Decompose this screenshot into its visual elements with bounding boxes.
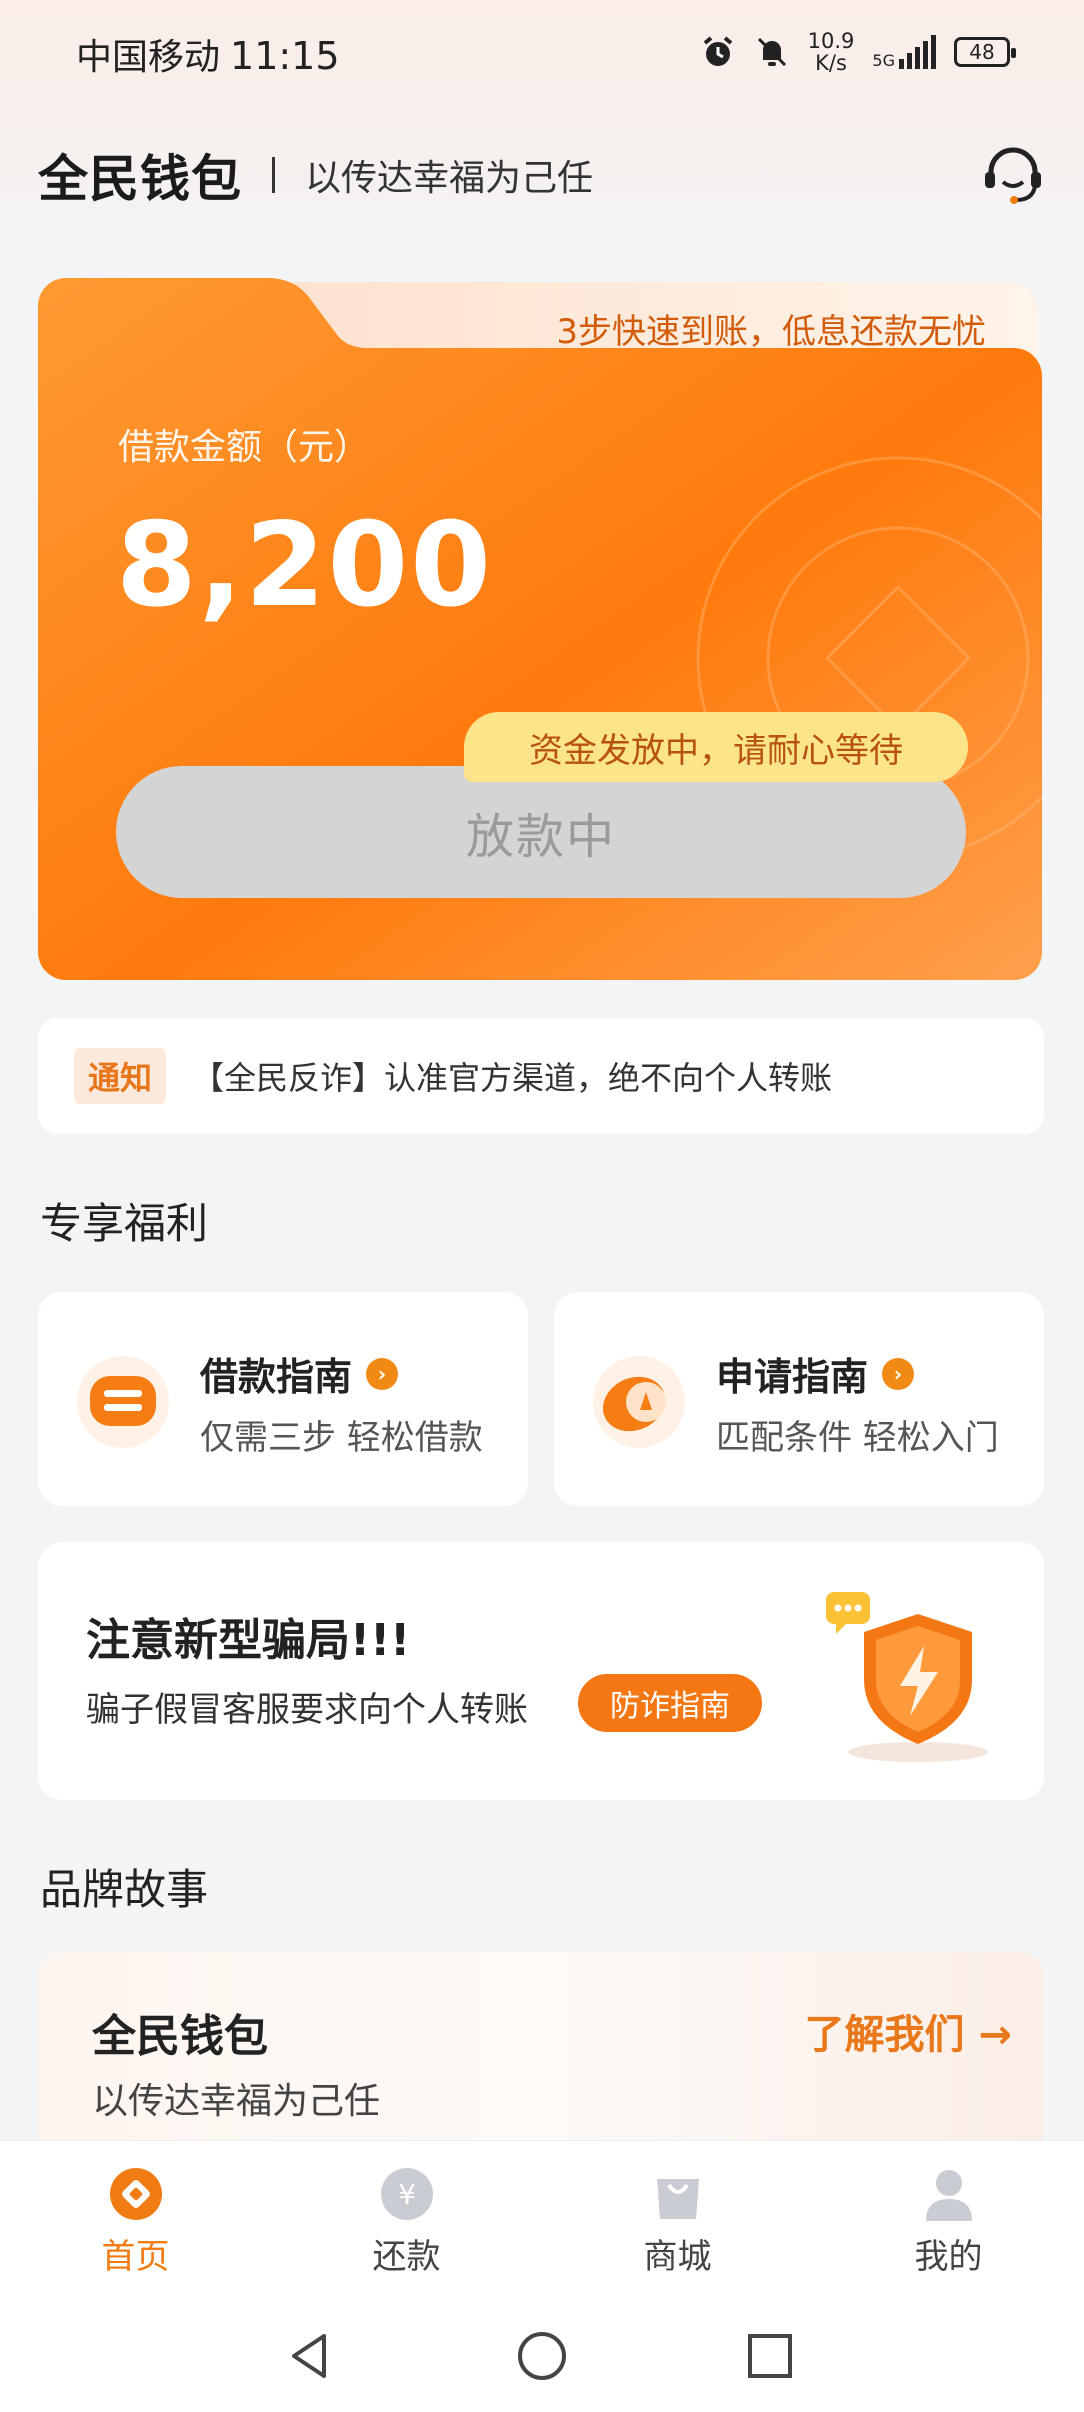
recents-icon[interactable] bbox=[740, 2326, 800, 2386]
apply-guide-title: 申请指南 › bbox=[716, 1346, 915, 1401]
shield-lightning-icon bbox=[826, 1592, 988, 1762]
tab-mine-label: 我的 bbox=[914, 2237, 983, 2277]
home-circle-icon[interactable] bbox=[512, 2326, 572, 2386]
chevron-right-icon: › bbox=[882, 1357, 915, 1390]
net-speed-value: 10.9 bbox=[807, 29, 855, 53]
fraud-alert-card: 注意新型骗局!!! 骗子假冒客服要求向个人转账 防诈指南 bbox=[38, 1542, 1044, 1800]
disbursing-button[interactable]: 放款中 bbox=[116, 766, 966, 898]
story-title: 全民钱包 bbox=[92, 2011, 268, 2062]
about-us-link[interactable]: 了解我们 → bbox=[805, 2002, 1012, 2060]
svg-text:¥: ¥ bbox=[398, 2178, 416, 2211]
disburse-status-tip: 资金发放中，请耐心等待 bbox=[464, 712, 968, 782]
net-speed: 10.9 K/s bbox=[808, 30, 855, 74]
header-divider bbox=[272, 157, 275, 193]
brand-story-card: 全民钱包 以传达幸福为己任 了解我们 → bbox=[38, 1952, 1044, 2152]
signal-icon bbox=[899, 35, 936, 69]
tab-repay[interactable]: ¥ 还款 bbox=[271, 2141, 542, 2304]
fraud-guide-button[interactable]: 防诈指南 bbox=[578, 1674, 762, 1732]
status-bar: 中国移动 11:15 10.9 K/s 5G 48 bbox=[0, 0, 1084, 110]
story-subtitle: 以传达幸福为己任 bbox=[92, 2081, 381, 2122]
loan-guide-subtitle: 仅需三步 轻松借款 bbox=[200, 1418, 483, 1458]
app-header: 全民钱包 以传达幸福为己任 bbox=[38, 140, 1048, 210]
shopping-bag-icon bbox=[656, 2179, 699, 2219]
brand-slogan: 以传达幸福为己任 bbox=[305, 158, 594, 199]
loan-guide-title-text: 借款指南 bbox=[200, 1355, 353, 1399]
loan-guide-card[interactable]: 借款指南 › 仅需三步 轻松借款 bbox=[38, 1292, 528, 1506]
repay-yen-icon: ¥ bbox=[380, 2168, 433, 2220]
chevron-right-icon: › bbox=[366, 1357, 399, 1390]
apply-guide-subtitle: 匹配条件 轻松入门 bbox=[716, 1418, 999, 1458]
notice-bar[interactable]: 通知 【全民反诈】认准官方渠道，绝不向个人转账 bbox=[38, 1018, 1044, 1134]
brand-name: 全民钱包 bbox=[38, 150, 242, 208]
mute-bell-icon bbox=[757, 37, 786, 67]
tab-repay-label: 还款 bbox=[372, 2237, 441, 2277]
fraud-title: 注意新型骗局!!! bbox=[86, 1615, 411, 1666]
alarm-icon bbox=[703, 36, 732, 66]
tab-mine[interactable]: 我的 bbox=[813, 2141, 1084, 2304]
profile-icon bbox=[925, 2170, 972, 2221]
benefits-section-title: 专享福利 bbox=[40, 1199, 209, 1248]
clock-time: 11:15 bbox=[230, 34, 340, 78]
apply-guide-card[interactable]: 申请指南 › 匹配条件 轻松入门 bbox=[554, 1292, 1044, 1506]
notice-text: 【全民反诈】认准官方渠道，绝不向个人转账 bbox=[192, 1059, 833, 1097]
bottom-tab-bar: 首页 ¥ 还款 商城 我的 bbox=[0, 2140, 1084, 2304]
brand-story-section-title: 品牌故事 bbox=[40, 1865, 209, 1914]
customer-service-icon[interactable] bbox=[978, 140, 1048, 210]
loan-card: 3步快速到账，低息还款无忧 借款金额（元） 8,200 放款中 资金发放中，请耐… bbox=[38, 278, 1042, 980]
tab-mall[interactable]: 商城 bbox=[542, 2141, 813, 2304]
tab-home[interactable]: 首页 bbox=[0, 2141, 271, 2304]
net-speed-unit: K/s bbox=[815, 51, 847, 75]
notice-tag: 通知 bbox=[74, 1048, 166, 1104]
carrier-name: 中国移动 bbox=[76, 37, 221, 78]
home-icon bbox=[109, 2168, 162, 2220]
battery-level: 48 bbox=[969, 40, 995, 64]
loan-guide-icon bbox=[77, 1356, 169, 1448]
loan-amount: 8,200 bbox=[116, 498, 493, 633]
loan-tab-slogan: 3步快速到账，低息还款无忧 bbox=[556, 312, 986, 352]
loan-guide-title: 借款指南 › bbox=[200, 1346, 399, 1401]
apply-guide-title-text: 申请指南 bbox=[716, 1355, 869, 1399]
tab-home-label: 首页 bbox=[101, 2237, 170, 2277]
apply-guide-icon bbox=[593, 1356, 685, 1448]
system-nav-bar bbox=[0, 2304, 1084, 2412]
back-icon[interactable] bbox=[280, 2326, 340, 2386]
amount-label: 借款金额（元） bbox=[118, 427, 371, 468]
battery-icon: 48 bbox=[954, 37, 1016, 67]
tab-mall-label: 商城 bbox=[643, 2237, 712, 2277]
fraud-subtitle: 骗子假冒客服要求向个人转账 bbox=[86, 1690, 528, 1730]
signal-label: 5G bbox=[872, 51, 895, 70]
